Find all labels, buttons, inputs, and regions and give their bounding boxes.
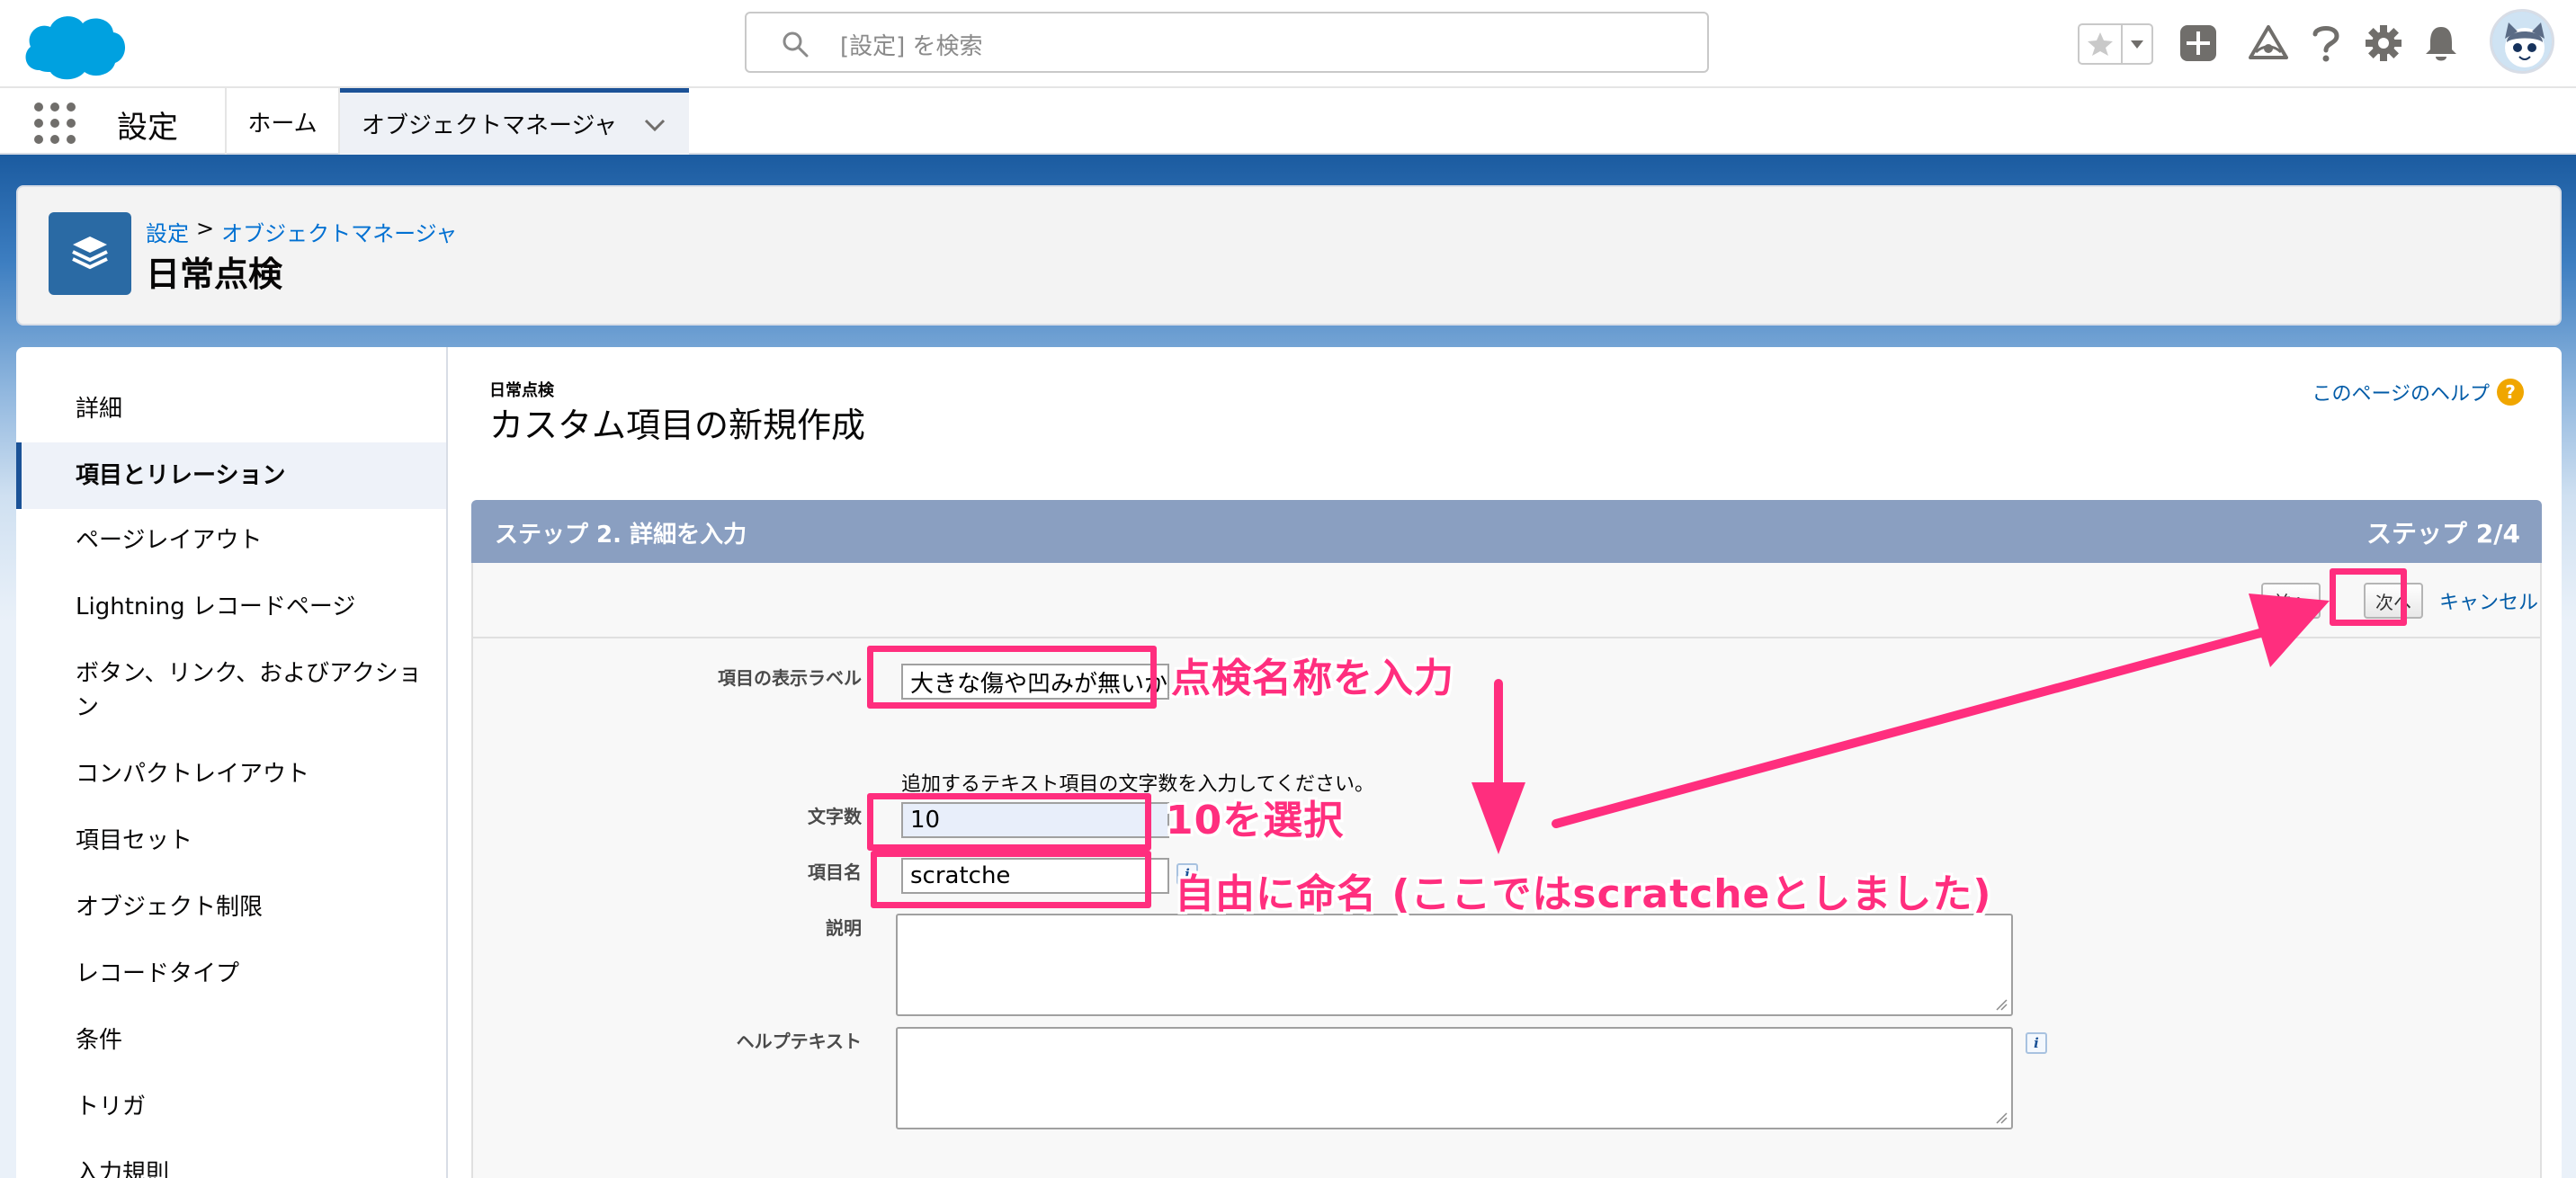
- help-icon: [2312, 26, 2339, 62]
- resize-handle-icon[interactable]: [1995, 998, 2008, 1011]
- favorites-button[interactable]: [2080, 25, 2123, 63]
- page-title: 日常点検: [146, 254, 283, 294]
- annotation-highlight-field-label: [867, 646, 1157, 709]
- object-icon: [49, 212, 131, 295]
- avatar[interactable]: [2490, 9, 2554, 74]
- annotation-name-note: 自由に命名 (ここではscratcheとしました): [1175, 871, 1992, 917]
- annotation-label-note: 点検名称を入力: [1171, 656, 1454, 701]
- sidebar-item-record-types[interactable]: レコードタイプ: [16, 957, 446, 991]
- help-for-this-page-link[interactable]: このページのヘルプ ?: [2312, 378, 2524, 406]
- sidebar-item-compact-layouts[interactable]: コンパクトレイアウト: [16, 757, 446, 791]
- help-badge-icon: ?: [2497, 379, 2524, 406]
- sidebar-item-field-sets[interactable]: 項目セット: [16, 824, 446, 858]
- sidebar-item-lightning-record-pages[interactable]: Lightning レコードページ: [16, 590, 446, 624]
- favorites-group: [2078, 23, 2153, 65]
- info-icon[interactable]: i: [2026, 1032, 2047, 1054]
- sidebar-item-page-layouts[interactable]: ページレイアウト: [16, 523, 446, 558]
- chevron-down-icon[interactable]: [642, 112, 667, 138]
- sidebar-item-fields-relationships[interactable]: 項目とリレーション: [16, 442, 446, 509]
- search-input[interactable]: [設定] を検索: [745, 12, 1709, 73]
- app-launcher-icon[interactable]: [34, 103, 76, 144]
- add-icon: [2180, 25, 2216, 61]
- search-icon: [783, 31, 809, 58]
- length-label: 文字数: [808, 806, 862, 827]
- bell-icon: [2426, 27, 2456, 61]
- description-label: 説明: [826, 917, 862, 939]
- main-title: カスタム項目の新規作成: [489, 406, 866, 445]
- step-counter: ステップ 2/4: [2366, 519, 2520, 549]
- sidebar-item-object-limits[interactable]: オブジェクト制限: [16, 890, 446, 924]
- resize-handle-icon[interactable]: [1995, 1111, 2008, 1124]
- sidebar-item-validation-rules[interactable]: 入力規則: [16, 1156, 446, 1178]
- breadcrumb: 設定 > オブジェクトマネージャ: [146, 216, 457, 247]
- breadcrumb-object-manager-link[interactable]: オブジェクトマネージャ: [221, 216, 457, 247]
- setup-button[interactable]: [2362, 22, 2405, 65]
- cancel-link[interactable]: キャンセル: [2439, 586, 2538, 615]
- sidebar-item-details[interactable]: 詳細: [16, 392, 446, 426]
- sidebar-item-buttons-links-actions[interactable]: ボタン、リンク、およびアクショ: [16, 656, 446, 691]
- annotation-length-note: 10を選択: [1166, 798, 1345, 843]
- step-header: ステップ 2. 詳細を入力 ステップ 2/4: [471, 500, 2542, 563]
- sidebar-item-buttons-links-actions-cont[interactable]: ン: [16, 691, 446, 725]
- chevron-down-icon: [2131, 40, 2143, 49]
- help-text-textarea[interactable]: [896, 1027, 2013, 1129]
- annotation-highlight-next-button: [2330, 568, 2407, 626]
- tab-home[interactable]: ホーム: [227, 88, 338, 155]
- main-panel: 日常点検 カスタム項目の新規作成 このページのヘルプ ? ステップ 2. 詳細を…: [448, 347, 2562, 1178]
- step-title: ステップ 2. 詳細を入力: [495, 522, 747, 549]
- help-button[interactable]: [2304, 22, 2348, 65]
- trailhead-icon: [2249, 25, 2288, 59]
- help-text-label: ヘルプテキスト: [736, 1031, 862, 1052]
- star-icon: [2088, 32, 2113, 56]
- notifications-button[interactable]: [2419, 22, 2463, 65]
- trailhead-button[interactable]: [2247, 22, 2290, 65]
- breadcrumb-setup-link[interactable]: 設定: [146, 216, 189, 247]
- object-sidebar: 詳細 項目とリレーション ページレイアウト Lightning レコードページ …: [16, 347, 448, 1178]
- breadcrumb-separator: >: [196, 216, 215, 241]
- sidebar-item-triggers[interactable]: トリガ: [16, 1090, 446, 1124]
- tab-object-manager[interactable]: オブジェクトマネージャ: [340, 88, 689, 155]
- object-page-header: 設定 > オブジェクトマネージャ 日常点検: [16, 185, 2562, 326]
- help-link-label: このページのヘルプ: [2312, 383, 2490, 406]
- global-actions-button[interactable]: [2177, 22, 2220, 65]
- app-name: 設定: [117, 110, 178, 146]
- field-label-label: 項目の表示ラベル: [718, 667, 862, 689]
- layers-icon: [72, 236, 108, 270]
- previous-button[interactable]: 前へ: [2261, 583, 2321, 619]
- global-header: [設定] を検索: [0, 0, 2576, 88]
- content-card: 詳細 項目とリレーション ページレイアウト Lightning レコードページ …: [16, 347, 2562, 1178]
- search-placeholder: [設定] を検索: [840, 33, 983, 60]
- description-textarea[interactable]: [896, 914, 2013, 1016]
- favorites-menu-button[interactable]: [2123, 25, 2151, 63]
- annotation-highlight-length: [867, 793, 1151, 851]
- gear-icon: [2366, 25, 2402, 61]
- annotation-highlight-field-name: [871, 851, 1151, 908]
- tab-object-manager-label: オブジェクトマネージャ: [362, 112, 618, 139]
- salesforce-cloud-logo[interactable]: [20, 7, 130, 83]
- sidebar-item-conditions[interactable]: 条件: [16, 1023, 446, 1058]
- app-nav-bar: 設定 ホーム オブジェクトマネージャ: [0, 88, 2576, 155]
- wizard-button-row: 前へ 次へ キャンセル: [471, 563, 2542, 638]
- field-name-label: 項目名: [808, 861, 862, 883]
- astro-avatar-icon: [2492, 12, 2552, 71]
